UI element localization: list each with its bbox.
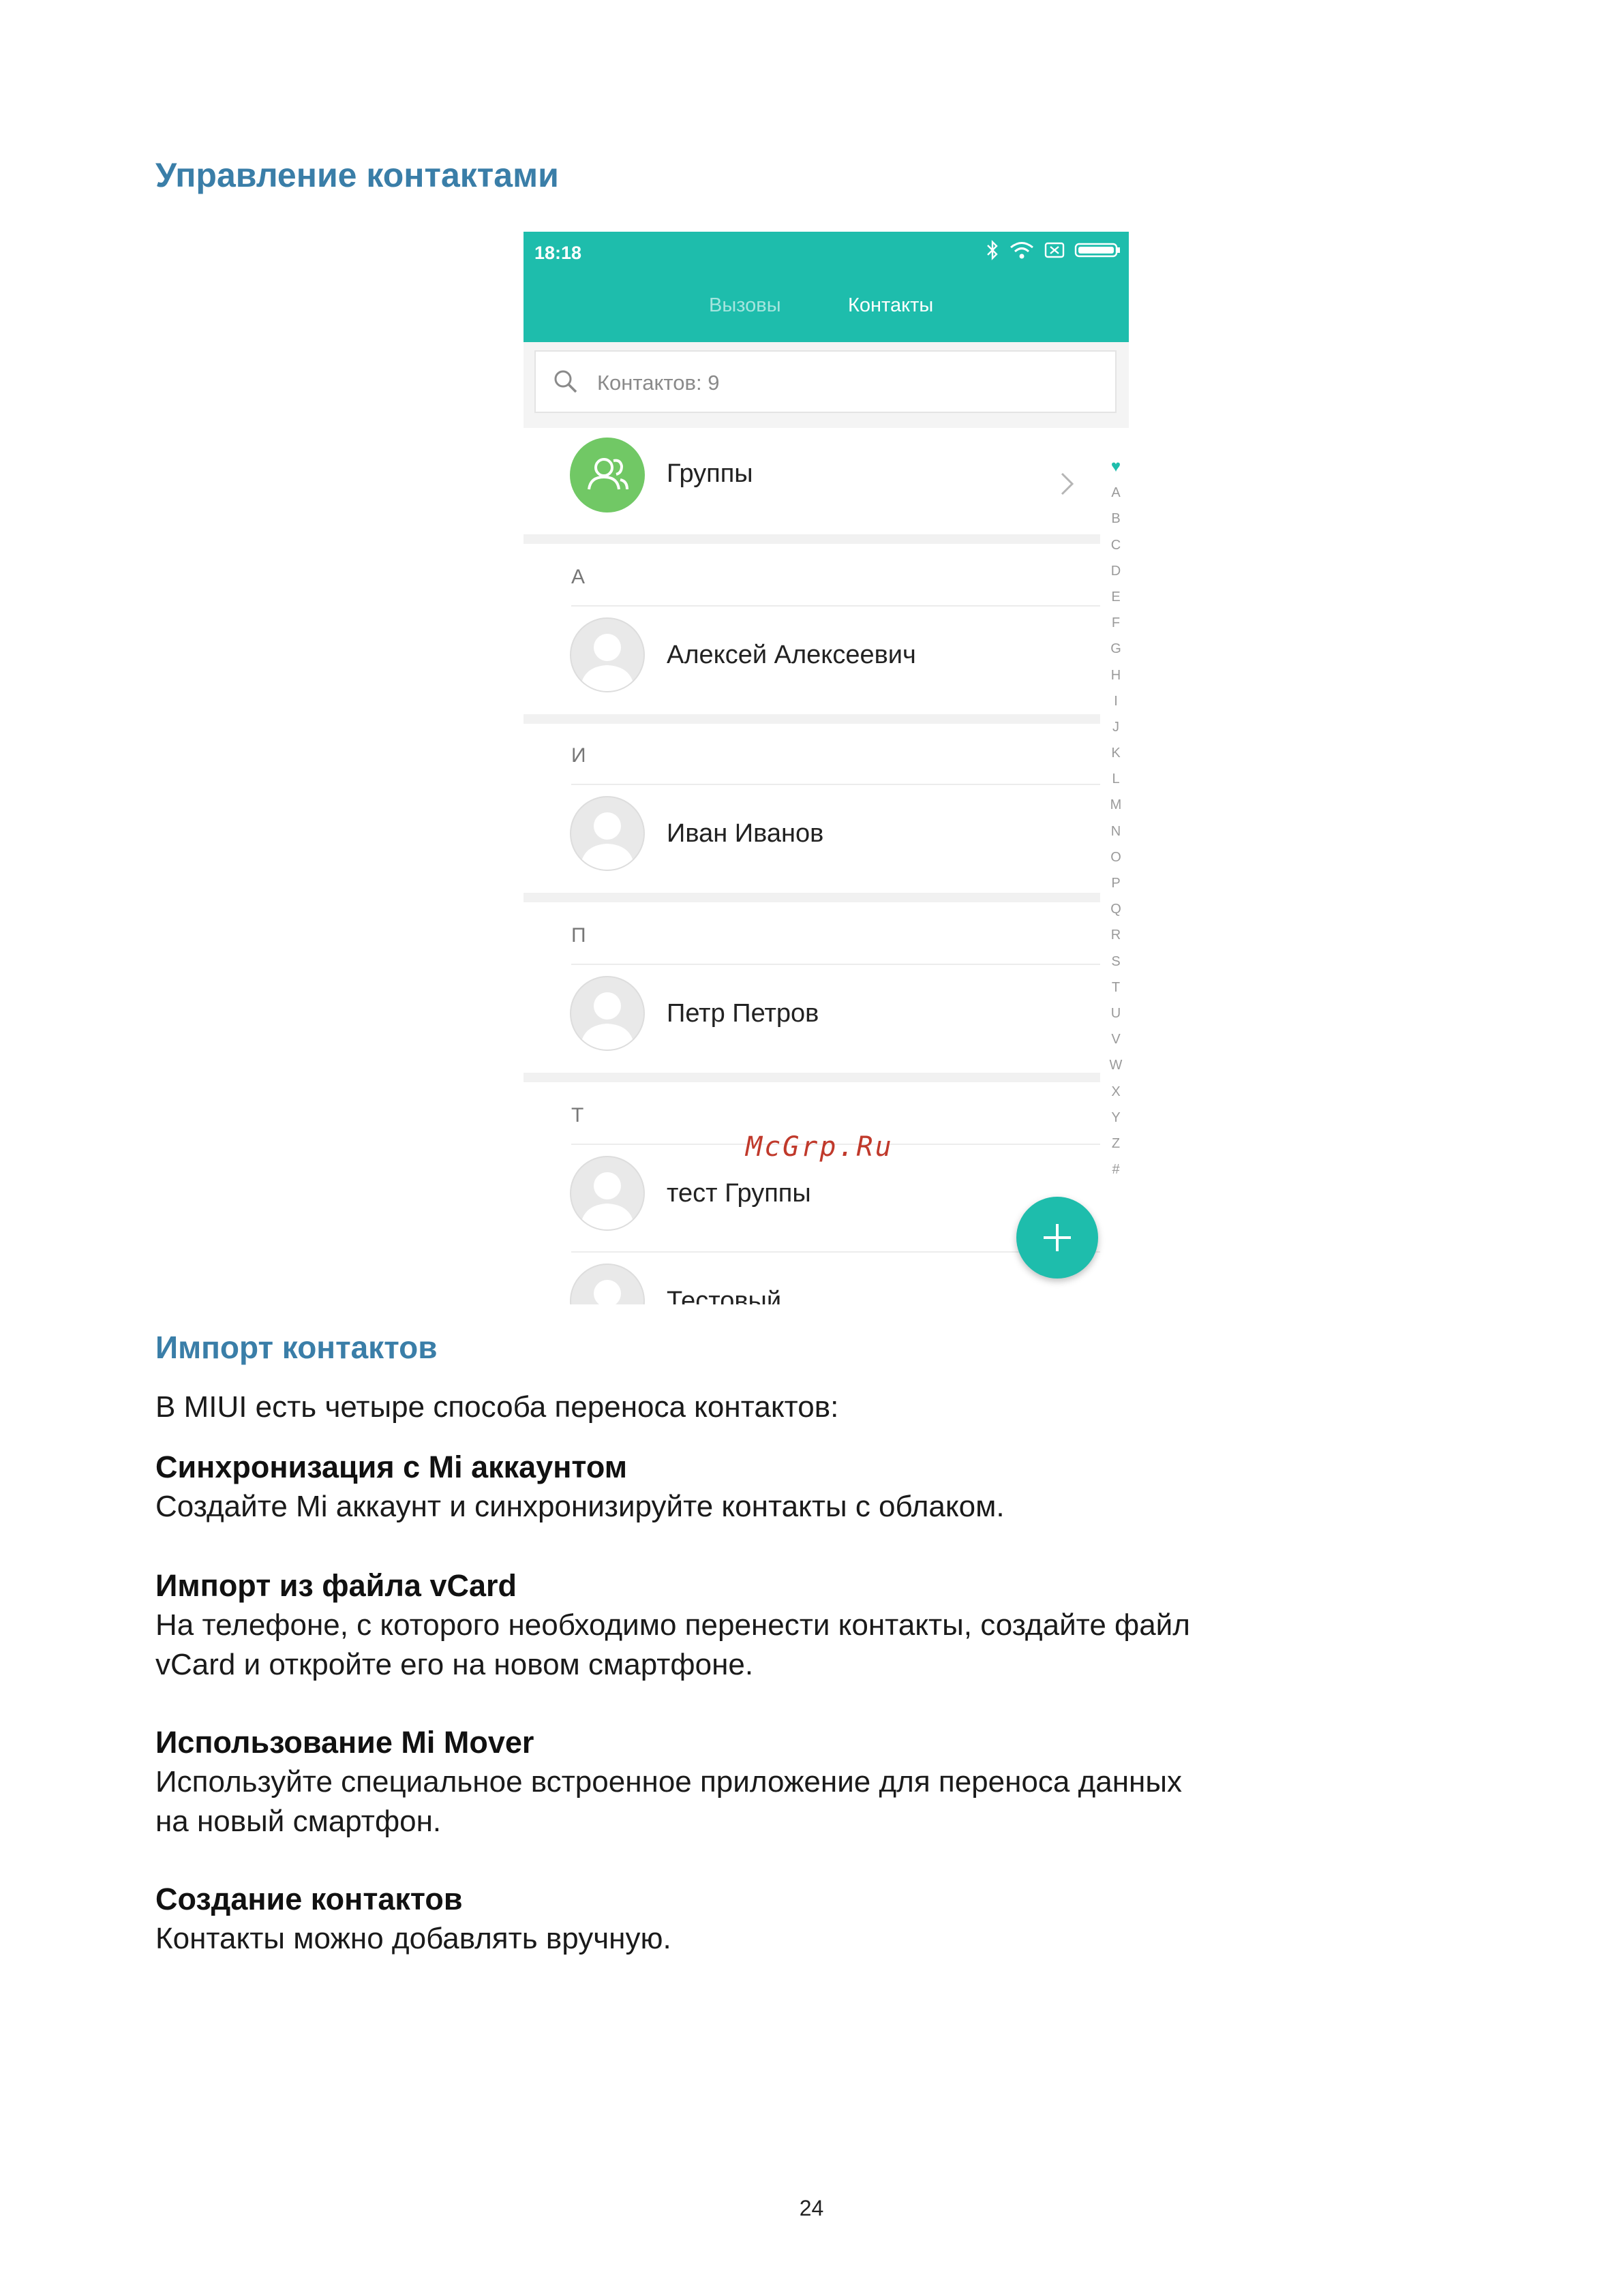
section-text: Контакты можно добавлять вручную. <box>155 1922 671 1955</box>
alphabet-letter[interactable]: Q <box>1106 896 1126 922</box>
section-mimover: Использование Mi Mover Используйте специ… <box>155 1723 1382 1841</box>
page-number: 24 <box>799 2196 824 2220</box>
section-letter: А <box>571 566 586 588</box>
section-text: vCard и откройте его на новом смартфоне. <box>155 1648 754 1681</box>
section-separator <box>524 534 1100 544</box>
contact-avatar <box>570 617 645 692</box>
alphabet-letter[interactable]: C <box>1106 532 1126 558</box>
watermark: McGrp.Ru <box>746 1131 894 1163</box>
section-sync: Синхронизация с Mi аккаунтом Создайте Mi… <box>155 1448 1382 1527</box>
contact-avatar <box>570 1156 645 1231</box>
contact-name: Тестовый <box>667 1287 782 1304</box>
section-letter: П <box>571 924 586 947</box>
contact-row[interactable]: Иван Иванов <box>524 786 1100 882</box>
person-icon <box>580 812 635 870</box>
person-icon <box>580 992 635 1050</box>
alphabet-letter[interactable]: V <box>1106 1026 1126 1052</box>
section-create: Создание контактов Контакты можно добавл… <box>155 1880 1382 1959</box>
divider <box>571 784 1100 785</box>
alphabet-letter[interactable]: S <box>1106 949 1126 975</box>
groups-icon <box>588 458 628 490</box>
section-separator <box>524 714 1100 724</box>
contact-name: Иван Иванов <box>667 819 824 848</box>
alphabet-letter[interactable]: T <box>1106 975 1126 1000</box>
section-text: на новый смартфон. <box>155 1805 442 1838</box>
bluetooth-icon <box>987 240 998 260</box>
status-icons <box>986 240 1121 260</box>
alphabet-letter[interactable]: R <box>1106 922 1126 948</box>
section-heading: Синхронизация с Mi аккаунтом <box>155 1450 628 1484</box>
section-text: Создайте Mi аккаунт и синхронизируйте ко… <box>155 1490 1005 1523</box>
divider <box>571 605 1100 607</box>
alphabet-letter[interactable]: Z <box>1106 1131 1126 1157</box>
person-icon <box>580 634 635 691</box>
alphabet-favorites-icon[interactable]: ♥ <box>1106 454 1126 480</box>
status-time: 18:18 <box>534 243 582 263</box>
chevron-right-icon <box>1061 472 1074 495</box>
contact-row-partial[interactable]: Тестовый <box>524 1254 1100 1304</box>
contact-avatar <box>570 796 645 871</box>
section-letter: И <box>571 744 586 767</box>
app-header: 18:18 Вызовы Контакты <box>524 232 1129 342</box>
person-icon <box>580 1172 635 1229</box>
search-input[interactable]: Контактов: 9 <box>534 350 1117 413</box>
wifi-icon <box>1010 242 1033 259</box>
contact-name: Петр Петров <box>667 999 819 1028</box>
alphabet-letter[interactable]: K <box>1106 740 1126 766</box>
tab-contacts[interactable]: Контакты <box>848 294 933 317</box>
contact-name: тест Группы <box>667 1179 811 1208</box>
person-icon <box>594 1280 621 1304</box>
alphabet-letter[interactable]: P <box>1106 870 1126 896</box>
alphabet-letter[interactable]: A <box>1106 480 1126 506</box>
alphabet-letter[interactable]: X <box>1106 1079 1126 1105</box>
section-text: На телефоне, с которого необходимо перен… <box>155 1608 1190 1642</box>
battery-icon <box>1074 243 1120 258</box>
page-title: Управление контактами <box>155 156 559 194</box>
alphabet-letter[interactable]: B <box>1106 506 1126 532</box>
alphabet-letter[interactable]: O <box>1106 844 1126 870</box>
alphabet-letter[interactable]: N <box>1106 818 1126 844</box>
search-icon <box>554 370 577 393</box>
alphabet-letter[interactable]: H <box>1106 662 1126 688</box>
section-heading: Импорт из файла vCard <box>155 1568 517 1603</box>
alphabet-letter[interactable]: Y <box>1106 1105 1126 1131</box>
contact-row[interactable]: Петр Петров <box>524 966 1100 1062</box>
alphabet-letter[interactable]: W <box>1106 1052 1126 1078</box>
alphabet-letter[interactable]: D <box>1106 558 1126 584</box>
section-letter: Т <box>571 1104 584 1127</box>
contact-name: Алексей Алексеевич <box>667 641 916 669</box>
section-heading: Использование Mi Mover <box>155 1725 534 1760</box>
search-placeholder: Контактов: 9 <box>597 371 720 395</box>
add-contact-button[interactable] <box>1016 1197 1098 1279</box>
plus-icon-stroke <box>1056 1224 1059 1251</box>
alphabet-letter[interactable]: I <box>1106 688 1126 714</box>
groups-avatar <box>570 438 645 512</box>
alphabet-letter[interactable]: M <box>1106 792 1126 818</box>
import-heading: Импорт контактов <box>155 1330 438 1365</box>
section-separator <box>524 893 1100 902</box>
section-vcard: Импорт из файла vCard На телефоне, с кот… <box>155 1566 1382 1685</box>
section-separator <box>524 1073 1100 1082</box>
contact-row[interactable]: Алексей Алексеевич <box>524 608 1100 703</box>
no-sim-icon <box>1044 242 1065 258</box>
alphabet-letter[interactable]: U <box>1106 1000 1126 1026</box>
alphabet-letter[interactable]: # <box>1106 1157 1126 1182</box>
alphabet-index[interactable]: ♥ A B C D E F G H I J K L M N O P Q R S T U V W X Y Z # <box>1106 454 1126 1182</box>
contact-avatar <box>570 976 645 1051</box>
divider <box>571 964 1100 965</box>
section-heading: Создание контактов <box>155 1882 463 1916</box>
groups-label: Группы <box>667 459 753 488</box>
alphabet-letter[interactable]: G <box>1106 636 1126 662</box>
tab-calls[interactable]: Вызовы <box>709 294 781 317</box>
intro-text: В MIUI есть четыре способа переноса конт… <box>155 1390 839 1424</box>
alphabet-letter[interactable]: J <box>1106 714 1126 740</box>
alphabet-letter[interactable]: L <box>1106 766 1126 792</box>
section-text: Используйте специальное встроенное прило… <box>155 1765 1182 1798</box>
contact-avatar <box>570 1264 645 1304</box>
alphabet-letter[interactable]: E <box>1106 584 1126 610</box>
alphabet-letter[interactable]: F <box>1106 610 1126 636</box>
groups-row[interactable]: Группы <box>524 429 1100 525</box>
